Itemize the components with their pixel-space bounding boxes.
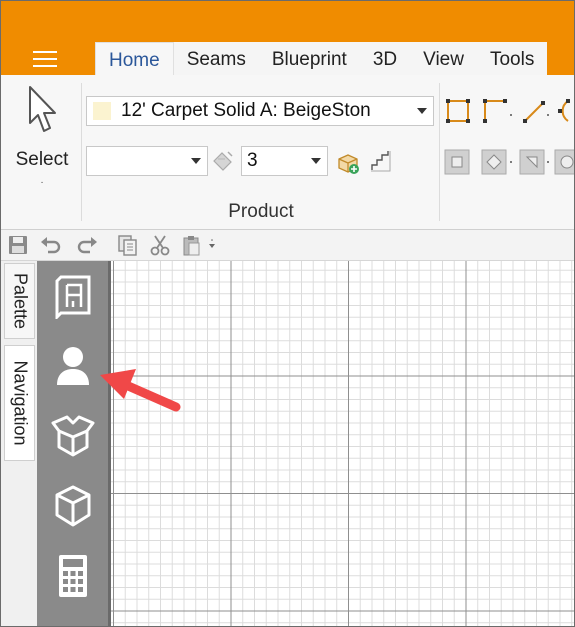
tab-seams[interactable]: Seams [173, 42, 259, 75]
arc-tool-icon[interactable] [554, 97, 574, 125]
pointer-arrow-icon [29, 86, 56, 132]
chevron-down-icon [311, 158, 321, 164]
drawing-canvas[interactable] [108, 261, 574, 626]
save-icon[interactable] [7, 234, 29, 256]
cube-icon[interactable] [51, 483, 95, 529]
undo-icon[interactable] [39, 234, 61, 256]
side-tabs: Palette Navigation [1, 261, 37, 626]
line-tool-icon[interactable] [519, 97, 551, 125]
side-icon-strip [37, 261, 108, 626]
ribbon-separator [439, 83, 440, 221]
ribbon-tabs: Home Seams Blueprint 3D View Tools [95, 42, 548, 76]
paste-icon[interactable] [181, 234, 217, 256]
tab-navigation-label: Navigation [10, 360, 30, 446]
square-shape-icon[interactable] [444, 149, 470, 175]
chevron-down-icon [417, 108, 427, 114]
product-color-swatch [93, 102, 111, 120]
add-product-icon[interactable] [336, 151, 360, 175]
chevron-down-icon [191, 158, 201, 164]
open-box-icon[interactable] [51, 413, 95, 459]
fill-icon[interactable] [211, 149, 235, 173]
circle-shape-icon[interactable] [554, 149, 574, 175]
product-selected-value: 12' Carpet Solid A: BeigeSton [121, 100, 371, 121]
tab-palette-label: Palette [10, 272, 30, 330]
cut-icon[interactable] [149, 234, 171, 256]
tab-3d[interactable]: 3D [359, 42, 411, 75]
tab-view[interactable]: View [410, 42, 477, 75]
app-window: Home Seams Blueprint 3D View Tools Selec… [0, 0, 575, 627]
polyline-tool-icon[interactable] [481, 97, 515, 125]
canvas-border [108, 261, 111, 626]
quick-access-toolbar [1, 230, 574, 261]
product-group-label: Product [228, 201, 294, 222]
annotation-arrow-icon [100, 369, 181, 412]
user-icon[interactable] [51, 343, 95, 389]
select-caret: · [40, 177, 44, 188]
triangle-shape-icon[interactable] [519, 149, 551, 175]
quantity-dropdown[interactable]: 3 [241, 146, 328, 176]
quantity-value: 3 [247, 150, 258, 171]
select-label: Select [15, 149, 69, 170]
copy-icon[interactable] [117, 234, 139, 256]
tab-blueprint[interactable]: Blueprint [258, 42, 360, 75]
tab-home[interactable]: Home [95, 42, 174, 76]
rectangle-tool-icon[interactable] [444, 97, 472, 125]
tab-navigation[interactable]: Navigation [4, 345, 35, 461]
ribbon: Select · 12' Carpet Solid A: BeigeSton 3 [1, 75, 574, 230]
tab-tools[interactable]: Tools [476, 42, 548, 75]
title-bar: Home Seams Blueprint 3D View Tools [1, 1, 574, 76]
hamburger-menu-icon[interactable] [33, 51, 57, 69]
product-dropdown[interactable]: 12' Carpet Solid A: BeigeSton [86, 96, 434, 126]
ribbon-separator [81, 83, 82, 221]
calculator-icon[interactable] [51, 553, 95, 599]
redo-icon[interactable] [77, 234, 99, 256]
style-dropdown[interactable] [86, 146, 208, 176]
stairs-icon[interactable] [369, 149, 393, 173]
select-button[interactable]: Select · [7, 81, 77, 197]
blueprint-icon[interactable] [51, 273, 95, 321]
diamond-shape-icon[interactable] [481, 149, 515, 175]
tab-palette[interactable]: Palette [4, 263, 35, 339]
